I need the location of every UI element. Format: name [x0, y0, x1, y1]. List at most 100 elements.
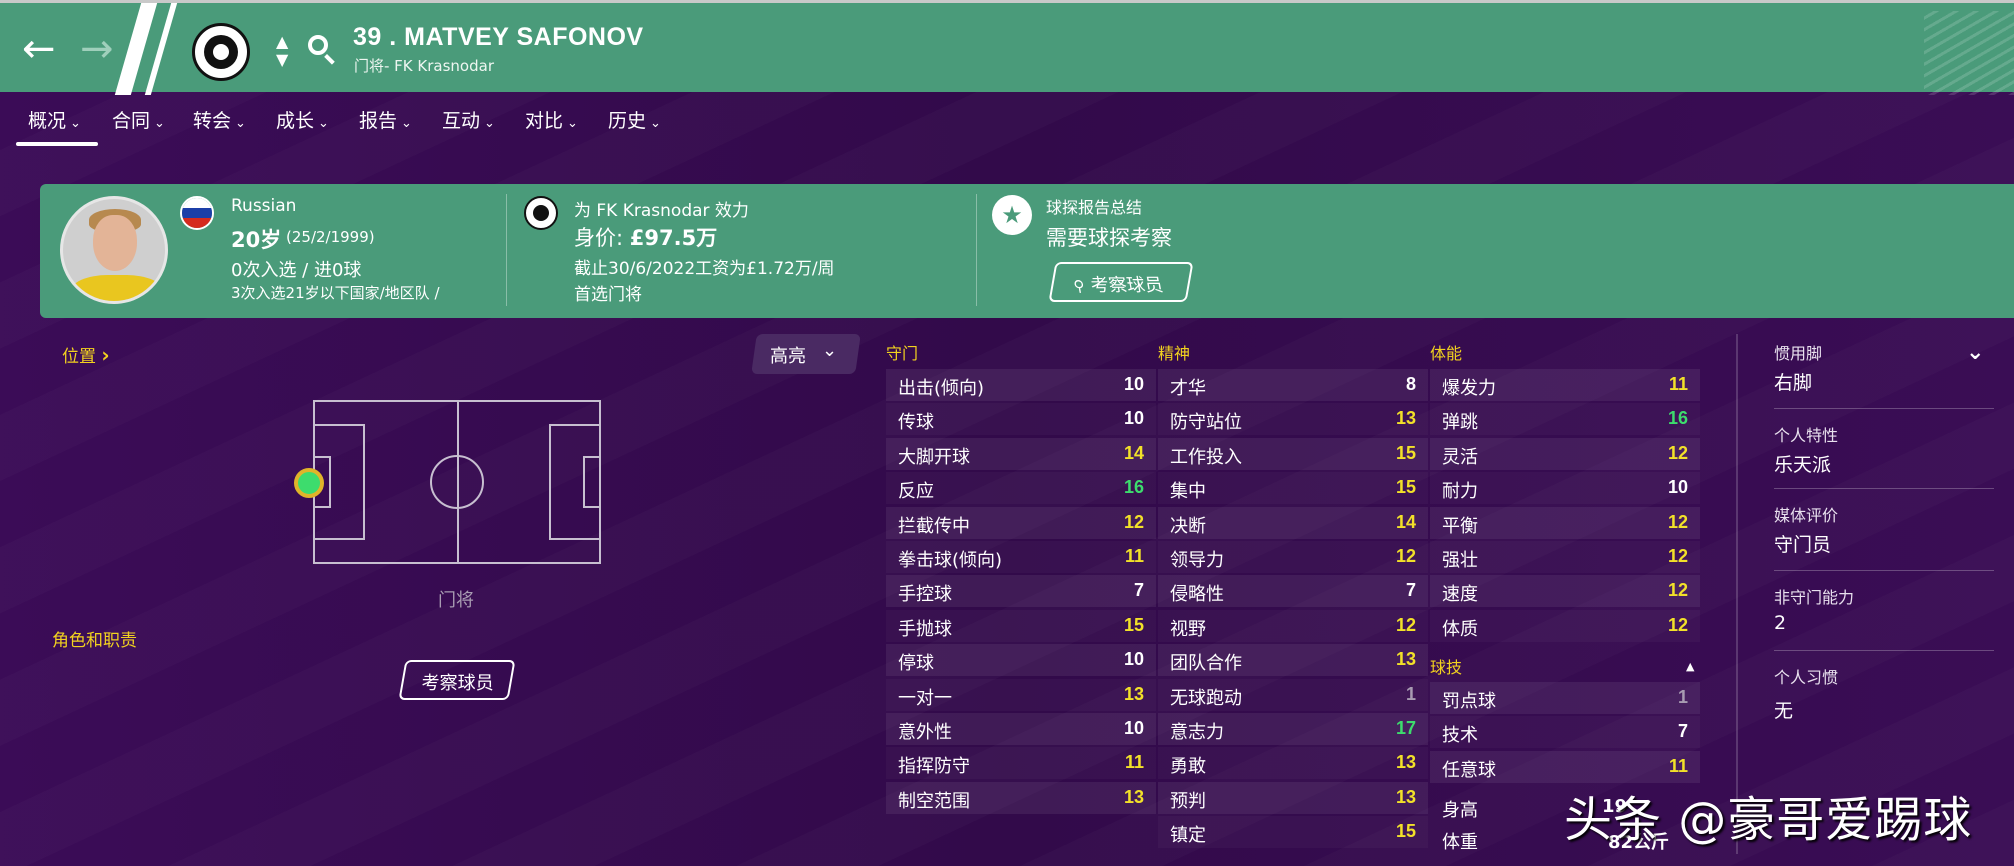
attribute-row[interactable]: 制空范围 13	[886, 781, 1156, 814]
attribute-value: 15	[1395, 821, 1416, 842]
attribute-row[interactable]: 才华 8	[1158, 369, 1428, 401]
tab-reports[interactable]: 报告 ⌄	[359, 106, 412, 133]
attribute-row[interactable]: 爆发力 11	[1430, 369, 1700, 401]
attribute-row[interactable]: 集中 15	[1158, 472, 1428, 504]
collapse-arrow-icon[interactable]: ▲	[1686, 660, 1694, 673]
attribute-name: 耐力	[1442, 481, 1478, 503]
attribute-row[interactable]: 耐力 10	[1430, 472, 1700, 504]
attribute-value: 1	[1677, 687, 1688, 707]
club-badge-small-icon[interactable]	[524, 196, 558, 230]
technical-header: 球技	[1430, 658, 1463, 677]
player-avatar[interactable]	[60, 196, 168, 304]
attribute-row[interactable]: 镇定 15	[1158, 816, 1428, 848]
attribute-row[interactable]: 拦截传中 12	[886, 506, 1156, 539]
attribute-row[interactable]: 勇敢 13	[1158, 747, 1428, 779]
attribute-row[interactable]: 工作投入 15	[1158, 437, 1428, 470]
attribute-row[interactable]: 防守站位 13	[1158, 403, 1428, 435]
tab-history[interactable]: 历史 ⌄	[608, 106, 661, 133]
attribute-name: 才华	[1170, 378, 1206, 399]
attribute-name: 强壮	[1442, 550, 1478, 571]
attribute-row[interactable]: 技术 7	[1430, 716, 1700, 748]
attribute-row[interactable]: 停球 10	[886, 644, 1156, 677]
attribute-row[interactable]: 平衡 12	[1430, 506, 1700, 539]
chevron-right-icon: ›	[101, 343, 110, 367]
attribute-row[interactable]: 意外性 10	[886, 713, 1156, 745]
attribute-row[interactable]: 一对一 13	[886, 679, 1156, 711]
attribute-name: 速度	[1442, 584, 1478, 606]
attribute-row[interactable]: 灵活 12	[1430, 437, 1700, 470]
goalkeeping-header: 守门	[886, 344, 919, 363]
tab-contract[interactable]: 合同 ⌄	[112, 106, 165, 133]
attribute-row[interactable]: 大脚开球 14	[886, 437, 1156, 470]
tab-transfer[interactable]: 转会 ⌄	[193, 106, 246, 133]
attribute-value: 12	[1667, 614, 1688, 635]
squad-role: 首选门将	[574, 285, 642, 305]
attribute-row[interactable]: 出击(倾向) 10	[886, 369, 1156, 401]
search-icon[interactable]	[308, 35, 328, 55]
attribute-row[interactable]: 手抛球 15	[886, 610, 1156, 642]
international-caps: 0次入选 / 进0球	[231, 260, 362, 281]
attribute-row[interactable]: 意志力 17	[1158, 713, 1428, 745]
attribute-row[interactable]: 任意球 11	[1430, 750, 1700, 783]
attribute-value: 10	[1667, 477, 1688, 498]
outfield-ability-value: 2	[1774, 612, 1787, 634]
attribute-name: 领导力	[1170, 550, 1224, 571]
attribute-name: 任意球	[1442, 759, 1496, 781]
divider	[976, 194, 977, 306]
attribute-name: 出击(倾向)	[898, 378, 985, 399]
tab-overview[interactable]: 概况 ⌄	[28, 106, 81, 133]
attribute-value: 7	[1405, 580, 1416, 601]
attribute-row[interactable]: 强壮 12	[1430, 541, 1700, 573]
attribute-row[interactable]: 体质 12	[1430, 610, 1700, 642]
chevron-down-icon[interactable]: ⌄	[1966, 340, 1984, 365]
media-description-label: 媒体评价	[1774, 506, 1839, 525]
highlight-label: 高亮	[770, 346, 806, 367]
prev-next-player-icon[interactable]: ▲ ▼	[276, 33, 288, 69]
scout-player-button-2[interactable]: 考察球员	[398, 660, 516, 700]
attribute-value: 15	[1395, 477, 1416, 498]
attribute-name: 镇定	[1170, 825, 1206, 847]
attribute-name: 集中	[1170, 481, 1206, 503]
attribute-row[interactable]: 手控球 7	[886, 575, 1156, 608]
physical-header: 体能	[1430, 344, 1463, 363]
preferred-foot-label: 惯用脚	[1774, 344, 1823, 363]
chevron-down-icon: ⌄	[822, 340, 838, 361]
attribute-row[interactable]: 拳击球(倾向) 11	[886, 541, 1156, 573]
tab-interaction[interactable]: 互动 ⌄	[442, 106, 495, 133]
attribute-row[interactable]: 罚点球 1	[1430, 682, 1700, 714]
attribute-row[interactable]: 领导力 12	[1158, 541, 1428, 573]
attribute-row[interactable]: 视野 12	[1158, 610, 1428, 642]
attribute-row[interactable]: 决断 14	[1158, 506, 1428, 539]
player-age: 20岁	[231, 228, 282, 252]
attribute-name: 手控球	[898, 584, 952, 606]
attribute-row[interactable]: 指挥防守 11	[886, 747, 1156, 779]
tab-compare[interactable]: 对比 ⌄	[525, 106, 578, 133]
club-badge-icon[interactable]	[192, 23, 250, 81]
mental-header: 精神	[1158, 344, 1191, 363]
russia-flag-icon[interactable]	[180, 196, 214, 230]
scout-player-button[interactable]: ⚲ 考察球员	[1048, 262, 1194, 302]
attribute-name: 意外性	[898, 722, 952, 743]
attribute-row[interactable]: 预判 13	[1158, 781, 1428, 814]
media-description-value: 守门员	[1774, 534, 1832, 556]
attribute-row[interactable]: 团队合作 13	[1158, 644, 1428, 677]
attribute-value: 16	[1667, 408, 1688, 429]
attribute-value: 13	[1395, 649, 1416, 670]
roles-label[interactable]: 角色和职责	[52, 626, 137, 651]
highlight-dropdown[interactable]	[751, 334, 861, 374]
attribute-name: 反应	[898, 481, 934, 503]
attribute-value: 10	[1123, 408, 1144, 429]
attribute-row[interactable]: 无球跑动 1	[1158, 679, 1428, 711]
attribute-row[interactable]: 传球 10	[886, 403, 1156, 435]
attribute-value: 15	[1395, 442, 1416, 463]
attribute-row[interactable]: 弹跳 16	[1430, 403, 1700, 435]
forward-button[interactable]: →	[80, 29, 114, 69]
tab-development[interactable]: 成长 ⌄	[276, 106, 329, 133]
position-link[interactable]: 位置 ›	[62, 342, 110, 367]
attribute-value: 11	[1124, 752, 1144, 773]
attribute-row[interactable]: 反应 16	[886, 472, 1156, 504]
attribute-row[interactable]: 速度 12	[1430, 575, 1700, 608]
back-button[interactable]: ←	[22, 29, 56, 69]
attribute-row[interactable]: 侵略性 7	[1158, 575, 1428, 608]
goalkeeper-position-marker[interactable]	[294, 468, 324, 498]
